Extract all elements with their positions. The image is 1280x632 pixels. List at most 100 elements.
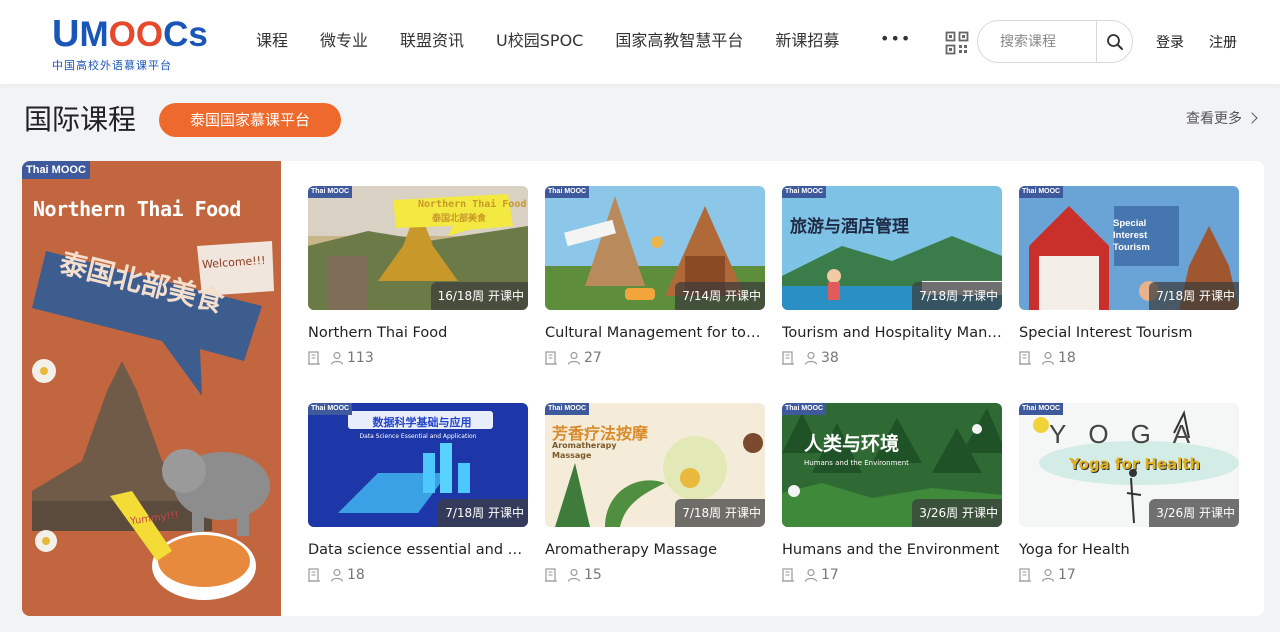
book-icon	[782, 568, 794, 582]
course-week-badge: 3/26周 开课中	[1149, 499, 1239, 527]
course-card[interactable]: Thai MOOC Special Interest Tourism 7/18周…	[1019, 186, 1239, 386]
course-thumbnail[interactable]: Thai MOOC Special Interest Tourism 7/18周…	[1019, 186, 1239, 310]
course-week-badge: 7/18周 开课中	[675, 499, 765, 527]
thumb-thai-mooc-tag: Thai MOOC	[782, 403, 827, 415]
course-title[interactable]: Aromatherapy Massage	[545, 540, 765, 560]
logo-letters-cs: Cs	[163, 15, 208, 54]
course-title[interactable]: Cultural Management for touri...	[545, 323, 765, 343]
main-nav: 课程 微专业 联盟资讯 U校园SPOC 国家高教智慧平台 新课招募	[256, 30, 871, 52]
learner-icon	[330, 351, 344, 365]
learner-count: 38	[821, 350, 839, 366]
course-week-badge: 3/26周 开课中	[912, 499, 1002, 527]
course-title[interactable]: Yoga for Health	[1019, 540, 1239, 560]
book-icon	[308, 568, 320, 582]
course-meta: 27	[545, 350, 602, 366]
course-meta: 17	[1019, 567, 1076, 583]
register-link[interactable]: 注册	[1209, 32, 1237, 52]
learner-icon	[804, 568, 818, 582]
nav-item-courses[interactable]: 课程	[256, 30, 288, 52]
learner-icon	[330, 568, 344, 582]
course-card[interactable]: Thai MOOC 芳香疗法按摩 Aromatherapy Massage 7/…	[545, 403, 765, 603]
qr-code-icon[interactable]	[945, 31, 969, 55]
featured-banner[interactable]: Thai MOOC Northern Thai Food 泰国北部美食 Welc…	[22, 161, 281, 616]
logo-subtitle: 中国高校外语慕课平台	[52, 59, 172, 72]
nav-more-button[interactable]: •••	[880, 29, 911, 48]
umoocs-logo[interactable]: U M OO Cs 中国高校外语慕课平台	[52, 13, 208, 73]
thumb-thai-mooc-tag: Thai MOOC	[545, 403, 590, 415]
nav-item-alliance-news[interactable]: 联盟资讯	[400, 30, 464, 52]
banner-thai-mooc-tag: Thai MOOC	[22, 161, 90, 179]
course-week-badge: 16/18周 开课中	[430, 282, 528, 310]
thumb-title: Special Interest Tourism	[1113, 218, 1150, 253]
learner-count: 18	[347, 567, 365, 583]
course-thumbnail[interactable]: Thai MOOC Northern Thai Food 泰国北部美食 16/1…	[308, 186, 528, 310]
nav-item-new-course-recruit[interactable]: 新课招募	[775, 30, 839, 52]
learner-count: 17	[1058, 567, 1076, 583]
thumb-thai-mooc-tag: Thai MOOC	[545, 186, 590, 198]
learner-icon	[1041, 351, 1055, 365]
search-icon	[1107, 33, 1123, 50]
course-card[interactable]: Thai MOOC YOGA Yoga for Health 3/26周 开课中…	[1019, 403, 1239, 603]
book-icon	[1019, 351, 1031, 365]
top-header: U M OO Cs 中国高校外语慕课平台 课程 微专业 联盟资讯 U校园SPOC 国家…	[0, 0, 1280, 84]
thumb-thai-mooc-tag: Thai MOOC	[782, 186, 827, 198]
thumb-subtitle: Aromatherapy Massage	[552, 441, 617, 460]
course-title[interactable]: Tourism and Hospitality Mana...	[782, 323, 1002, 343]
course-week-badge: 7/18周 开课中	[1149, 282, 1239, 310]
logo-letter-u: U	[52, 13, 80, 55]
view-more-label: 查看更多	[1186, 111, 1242, 127]
course-title[interactable]: Special Interest Tourism	[1019, 323, 1239, 343]
thumb-title: Yoga for Health	[1069, 455, 1201, 473]
learner-icon	[567, 351, 581, 365]
thumb-thai-mooc-tag: Thai MOOC	[1019, 186, 1064, 198]
login-link[interactable]: 登录	[1156, 32, 1184, 52]
course-thumbnail[interactable]: Thai MOOC 人类与环境 Humans and the Environme…	[782, 403, 1002, 527]
course-card[interactable]: Thai MOOC 人类与环境 Humans and the Environme…	[782, 403, 1002, 603]
thumb-title: Northern Thai Food	[418, 199, 527, 210]
search-input[interactable]	[978, 21, 1096, 62]
course-meta: 38	[782, 350, 839, 366]
thumb-yoga-letters: YOGA	[1049, 419, 1213, 449]
thumb-title: 人类与环境	[804, 433, 900, 455]
course-meta: 113	[308, 350, 374, 366]
chevron-right-icon	[1246, 112, 1258, 124]
course-title[interactable]: Northern Thai Food	[308, 323, 528, 343]
course-card[interactable]: Thai MOOC 7/14周 开课中 Cultural Management …	[545, 186, 765, 386]
course-thumbnail[interactable]: Thai MOOC 旅游与酒店管理 7/18周 开课中	[782, 186, 1002, 310]
book-icon	[545, 351, 557, 365]
course-meta: 18	[308, 567, 365, 583]
course-meta: 18	[1019, 350, 1076, 366]
course-card[interactable]: Thai MOOC Northern Thai Food 泰国北部美食 16/1…	[308, 186, 528, 386]
banner-title-en: Northern Thai Food	[33, 197, 241, 221]
thumb-subtitle: 泰国北部美食	[432, 214, 487, 224]
book-icon	[1019, 568, 1031, 582]
thumb-title: 数据科学基础与应用	[372, 416, 472, 429]
section-title: 国际课程	[24, 103, 137, 136]
course-title[interactable]: Humans and the Environment	[782, 540, 1002, 560]
nav-item-national-platform[interactable]: 国家高教智慧平台	[615, 30, 743, 52]
thai-platform-button[interactable]: 泰国国家慕课平台	[159, 103, 341, 137]
course-week-badge: 7/18周 开课中	[438, 499, 528, 527]
learner-count: 113	[347, 350, 374, 366]
course-card[interactable]: Thai MOOC 数据科学基础与应用 Data Science Essenti…	[308, 403, 528, 603]
book-icon	[308, 351, 320, 365]
search-button[interactable]	[1096, 21, 1132, 62]
thumb-thai-mooc-tag: Thai MOOC	[308, 186, 353, 198]
course-title[interactable]: Data science essential and ap...	[308, 540, 528, 560]
view-more-link[interactable]: 查看更多	[1186, 108, 1258, 128]
learner-count: 17	[821, 567, 839, 583]
course-meta: 15	[545, 567, 602, 583]
nav-item-micro-major[interactable]: 微专业	[320, 30, 368, 52]
thumb-thai-mooc-tag: Thai MOOC	[1019, 403, 1064, 415]
learner-icon	[1041, 568, 1055, 582]
thumb-subtitle: Humans and the Environment	[804, 459, 909, 467]
course-thumbnail[interactable]: Thai MOOC 7/14周 开课中	[545, 186, 765, 310]
course-thumbnail[interactable]: Thai MOOC YOGA Yoga for Health 3/26周 开课中	[1019, 403, 1239, 527]
nav-item-u-campus-spoc[interactable]: U校园SPOC	[496, 30, 583, 52]
course-week-badge: 7/14周 开课中	[675, 282, 765, 310]
learner-count: 15	[584, 567, 602, 583]
course-card[interactable]: Thai MOOC 旅游与酒店管理 7/18周 开课中 Tourism and …	[782, 186, 1002, 386]
course-thumbnail[interactable]: Thai MOOC 数据科学基础与应用 Data Science Essenti…	[308, 403, 528, 527]
course-thumbnail[interactable]: Thai MOOC 芳香疗法按摩 Aromatherapy Massage 7/…	[545, 403, 765, 527]
learner-icon	[804, 351, 818, 365]
